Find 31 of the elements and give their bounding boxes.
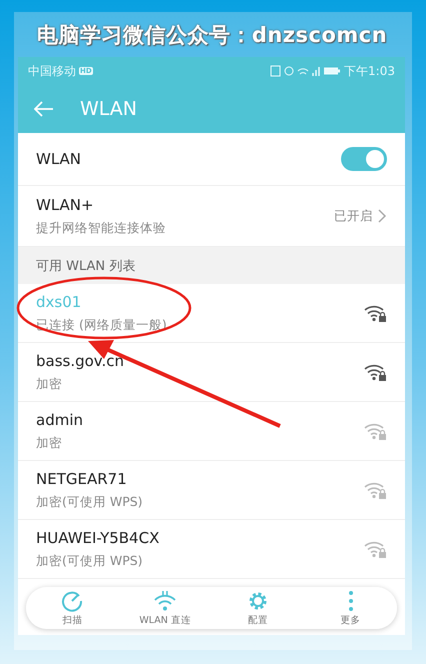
wifi-lock-icon — [363, 539, 387, 559]
wifi-lock-icon — [363, 421, 387, 441]
battery-icon — [324, 67, 342, 75]
wlan-label: WLAN — [36, 150, 82, 168]
wifi-direct-icon — [153, 590, 178, 612]
network-item[interactable]: HUAWEI-Y5B4CX 加密(可使用 WPS) — [18, 520, 405, 579]
toolbar-button[interactable]: 配置 — [212, 587, 304, 629]
network-item[interactable]: admin 加密 — [18, 402, 405, 461]
settings-icon — [246, 590, 269, 612]
wifi-lock-icon — [363, 303, 387, 323]
chevron-icon — [377, 209, 387, 223]
wlan-plus-title: WLAN+ — [36, 196, 95, 214]
wlan-plus-value: 已开启 — [334, 208, 373, 224]
more-icon — [348, 590, 354, 612]
wifi-icon — [297, 67, 310, 75]
section-header: 可用 WLAN 列表 — [18, 247, 405, 284]
toolbar-button[interactable]: WLAN 直连 — [118, 587, 212, 629]
wlan-plus-subtitle: 提升网络智能连接体验 — [36, 220, 167, 236]
page-title: WLAN — [80, 98, 138, 120]
network-item[interactable]: NETGEAR71 加密(可使用 WPS) — [18, 461, 405, 520]
back-icon[interactable] — [34, 101, 54, 117]
carrier-name: 中国移动 — [28, 62, 76, 80]
toolbar-button[interactable]: 更多 — [304, 587, 397, 629]
wifi-lock-icon — [363, 362, 387, 382]
status-time: 下午1:03 — [344, 62, 395, 80]
signal-icon — [312, 66, 322, 76]
toolbar-button[interactable]: 扫描 — [26, 587, 119, 629]
wlan-toggle[interactable] — [341, 147, 387, 171]
scan-icon — [61, 590, 84, 612]
banner-title: 电脑学习微信公众号：dnzscomcn — [36, 22, 388, 48]
wifi-lock-icon — [363, 480, 387, 500]
